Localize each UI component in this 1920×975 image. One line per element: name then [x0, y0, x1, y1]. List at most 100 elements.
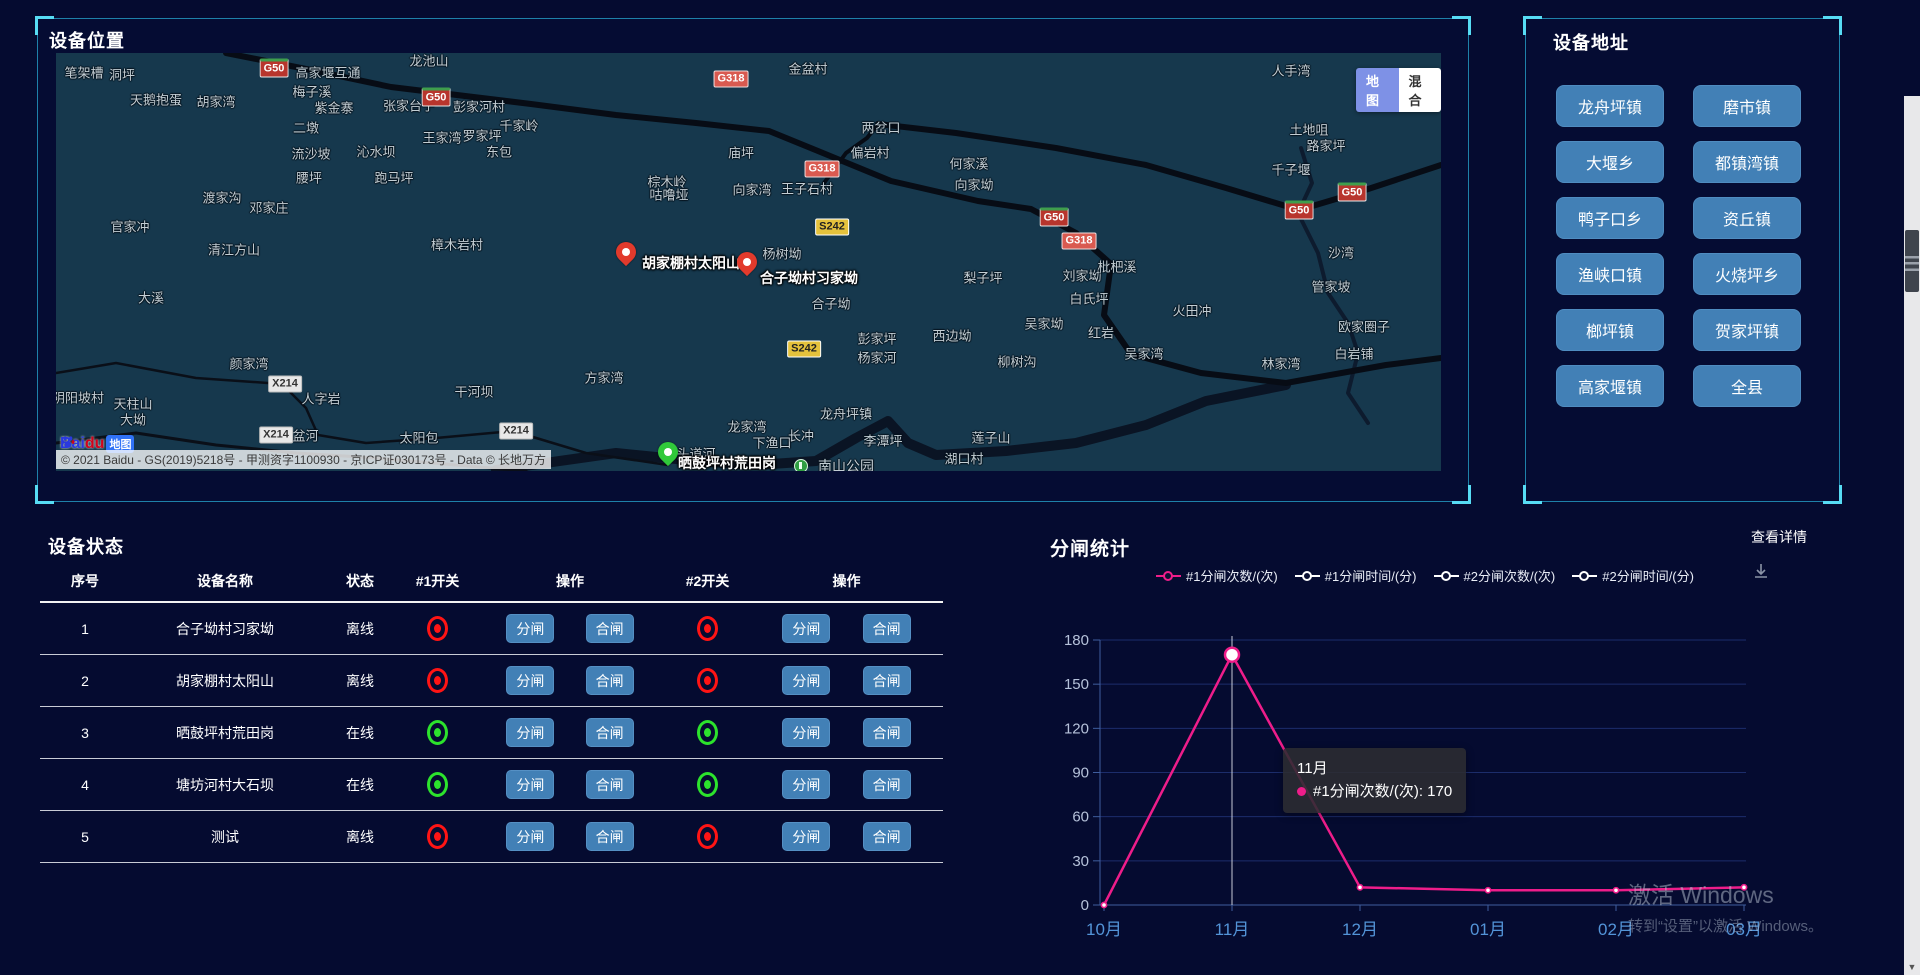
map-place-label: 杨家河 [857, 348, 896, 367]
map-place-label: 白岩铺 [1334, 344, 1373, 363]
device-name: 胡家棚村太阳山 [130, 671, 320, 691]
close-switch-button[interactable]: 合闸 [586, 718, 634, 747]
open-switch-button[interactable]: 分闸 [506, 718, 554, 747]
map-place-label: 二墩 [293, 118, 319, 137]
svg-text:180: 180 [1064, 632, 1089, 649]
map-place-label: 管家坡 [1311, 277, 1350, 296]
road-shield: G318 [805, 161, 840, 178]
legend-marker-icon [1156, 575, 1181, 577]
open-switch-button[interactable]: 分闸 [782, 614, 830, 643]
map-place-label: 东包 [486, 142, 512, 161]
address-button[interactable]: 渔峡口镇 [1556, 253, 1664, 295]
open-switch-button[interactable]: 分闸 [782, 822, 830, 851]
close-switch-button[interactable]: 合闸 [863, 770, 911, 799]
table-header-row: 序号设备名称状态#1开关操作#2开关操作 [40, 561, 943, 603]
chart-tooltip: 11月 #1分闸次数/(次): 170 [1283, 748, 1466, 813]
map-place-label: 龙家湾 [727, 417, 766, 436]
park-tree-icon [794, 459, 808, 471]
close-switch-button[interactable]: 合闸 [586, 614, 634, 643]
close-switch-button[interactable]: 合闸 [586, 666, 634, 695]
svg-text:10月: 10月 [1086, 920, 1122, 939]
device-location-title: 设备位置 [49, 27, 125, 53]
switch-indicator-green [427, 720, 448, 745]
open-switch-button[interactable]: 分闸 [782, 718, 830, 747]
legend-item[interactable]: #1分闸次数/(次) [1156, 566, 1278, 585]
address-button[interactable]: 贺家坪镇 [1693, 309, 1801, 351]
table-header-cell: #1开关 [400, 571, 475, 591]
page-scrollbar[interactable]: ▼ [1904, 96, 1920, 975]
address-button[interactable]: 龙舟坪镇 [1556, 85, 1664, 127]
address-button[interactable]: 火烧坪乡 [1693, 253, 1801, 295]
map-place-label: 刘家坳 [1062, 266, 1101, 285]
legend-item[interactable]: #2分闸时间/(分) [1572, 566, 1694, 585]
device-name: 合子坳村习家坳 [130, 619, 320, 639]
map-place-label: 彭家河村 [453, 97, 505, 116]
svg-text:0: 0 [1081, 897, 1089, 914]
switch-indicator-red [427, 668, 448, 693]
device-status-title: 设备状态 [48, 533, 124, 559]
open-switch-button[interactable]: 分闸 [506, 614, 554, 643]
address-button[interactable]: 大堰乡 [1556, 141, 1664, 183]
address-button[interactable]: 榔坪镇 [1556, 309, 1664, 351]
map-place-label: 颜家湾 [229, 354, 268, 373]
map-place-label: 笔架槽 [64, 63, 103, 82]
address-button[interactable]: 都镇湾镇 [1693, 141, 1801, 183]
baidu-paw-icon [61, 435, 75, 449]
map-place-label: 龙舟坪镇 [820, 404, 872, 423]
device-name: 塘坊河村大石坝 [130, 775, 320, 795]
switch-indicator-green [697, 772, 718, 797]
close-switch-button[interactable]: 合闸 [863, 822, 911, 851]
legend-marker-icon [1295, 575, 1320, 577]
road-shield: G50 [1285, 201, 1314, 220]
address-button[interactable]: 资丘镇 [1693, 197, 1801, 239]
table-body: 1合子坳村习家坳离线分闸合闸分闸合闸2胡家棚村太阳山离线分闸合闸分闸合闸3晒鼓坪… [40, 603, 943, 863]
map-place-label: 王子石村 [781, 179, 833, 198]
map-place-label: 莲子山 [971, 428, 1010, 447]
map-marker-label: 胡家棚村太阳山 [642, 253, 740, 273]
map-place-label: 吴家坳 [1024, 314, 1063, 333]
table-header-cell: 操作 [475, 571, 665, 591]
map-place-label: 西边坳 [932, 326, 971, 345]
scrollbar-thumb[interactable] [1905, 230, 1919, 292]
tooltip-entries: #1分闸次数/(次): 170 [1297, 780, 1452, 803]
svg-text:60: 60 [1072, 809, 1089, 826]
map-place-label: 梨子坪 [963, 268, 1002, 287]
road-shield: S242 [815, 219, 849, 236]
close-switch-button[interactable]: 合闸 [586, 822, 634, 851]
map-place-label: 偏岩村 [850, 143, 889, 162]
view-details-link[interactable]: 查看详情 [1751, 527, 1807, 547]
map-place-label: 跑马坪 [374, 168, 413, 187]
map-place-label: 柳树沟 [997, 352, 1036, 371]
open-switch-button[interactable]: 分闸 [782, 666, 830, 695]
address-button[interactable]: 鸭子口乡 [1556, 197, 1664, 239]
baidu-map[interactable]: 笔架槽洞坪天鹅抱蛋胡家湾高家堰互通梅子溪紫金寨二墩流沙坡沁水坝张家台子彭家河村千… [56, 53, 1441, 471]
close-switch-button[interactable]: 合闸 [863, 666, 911, 695]
svg-text:90: 90 [1072, 765, 1089, 782]
map-place-label: 高家堰互通 [295, 63, 360, 82]
row-index: 5 [40, 829, 130, 845]
close-switch-button[interactable]: 合闸 [586, 770, 634, 799]
address-button[interactable]: 全县 [1693, 365, 1801, 407]
legend-label: #2分闸次数/(次) [1464, 566, 1556, 585]
scrollbar-down-arrow[interactable]: ▼ [1904, 959, 1920, 975]
svg-text:01月: 01月 [1470, 920, 1506, 939]
map-place-label: 清江方山 [208, 240, 260, 259]
map-place-label: 紫金寨 [314, 98, 353, 117]
map-type-hybrid-button[interactable]: 混合 [1399, 68, 1442, 112]
address-button[interactable]: 磨市镇 [1693, 85, 1801, 127]
map-type-map-button[interactable]: 地图 [1356, 68, 1399, 112]
table-header-cell: #2开关 [665, 571, 750, 591]
map-place-label: 天鹅抱蛋 [130, 90, 182, 109]
open-switch-button[interactable]: 分闸 [506, 822, 554, 851]
legend-item[interactable]: #2分闸次数/(次) [1434, 566, 1556, 585]
close-switch-button[interactable]: 合闸 [863, 718, 911, 747]
map-place-label: 人手湾 [1271, 61, 1310, 80]
open-switch-button[interactable]: 分闸 [506, 770, 554, 799]
open-switch-button[interactable]: 分闸 [782, 770, 830, 799]
address-button[interactable]: 高家堰镇 [1556, 365, 1664, 407]
chart-legend: #1分闸次数/(次) #1分闸时间/(分) #2分闸次数/(次) #2分闸时间/(分) [1040, 566, 1810, 585]
close-switch-button[interactable]: 合闸 [863, 614, 911, 643]
legend-item[interactable]: #1分闸时间/(分) [1295, 566, 1417, 585]
open-switch-button[interactable]: 分闸 [506, 666, 554, 695]
device-status: 离线 [320, 671, 400, 691]
